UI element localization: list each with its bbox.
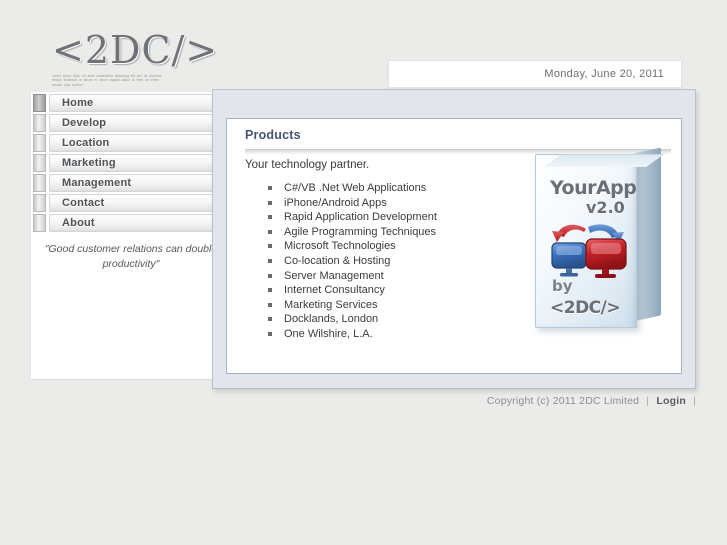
page-title: Products bbox=[245, 128, 301, 142]
product-list: C#/VB .Net Web Applications iPhone/Andro… bbox=[267, 181, 437, 342]
box-top-face bbox=[544, 154, 665, 167]
box-version-label: v2.0 bbox=[586, 198, 625, 217]
bullet-square-icon bbox=[33, 94, 46, 112]
current-date: Monday, June 20, 2011 bbox=[544, 68, 664, 80]
date-bar: Monday, June 20, 2011 bbox=[388, 60, 682, 88]
footer-separator: | bbox=[646, 395, 650, 407]
site-logo[interactable]: <2DC/> Lorem ipsum dolor sit amet consec… bbox=[52, 28, 292, 87]
bullet-square-icon bbox=[33, 114, 46, 132]
list-item: Marketing Services bbox=[267, 298, 437, 313]
page-root: <2DC/> Lorem ipsum dolor sit amet consec… bbox=[0, 0, 727, 545]
sidebar-item-label: About bbox=[62, 217, 95, 229]
bullet-square-icon bbox=[33, 214, 46, 232]
login-link[interactable]: Login bbox=[656, 395, 686, 407]
list-item: One Wilshire, L.A. bbox=[267, 327, 437, 342]
box-by-label: by bbox=[552, 277, 573, 295]
sidebar-item-label: Home bbox=[62, 97, 94, 109]
page-subtitle: Your technology partner. bbox=[245, 159, 370, 171]
list-item: C#/VB .Net Web Applications bbox=[267, 181, 437, 196]
footer-separator: | bbox=[693, 395, 696, 407]
list-item: iPhone/Android Apps bbox=[267, 196, 437, 211]
sidebar-quote: "Good customer relations can double prod… bbox=[44, 243, 218, 270]
bullet-square-icon bbox=[33, 194, 46, 212]
list-item: Agile Programming Techniques bbox=[267, 225, 437, 240]
list-item: Server Management bbox=[267, 269, 437, 284]
sidebar-item-label: Marketing bbox=[62, 157, 116, 169]
box-product-name: YourApp bbox=[550, 177, 637, 199]
list-item: Microsoft Technologies bbox=[267, 239, 437, 254]
list-item: Rapid Application Development bbox=[267, 210, 437, 225]
box-brand-label: <2DC/> bbox=[550, 298, 621, 318]
logo-tagline: Lorem ipsum dolor sit amet consectetur a… bbox=[52, 74, 162, 87]
bullet-square-icon bbox=[33, 174, 46, 192]
box-side-face bbox=[635, 147, 661, 321]
sidebar-item-label: Develop bbox=[62, 117, 107, 129]
logo-wordmark: <2DC/> bbox=[52, 28, 219, 72]
footer: Copyright (c) 2011 2DC Limited | Login | bbox=[0, 395, 700, 407]
box-front-face: YourApp v2.0 by <2DC/> bbox=[535, 154, 665, 328]
sidebar-item-label: Management bbox=[62, 177, 132, 189]
product-box-image: YourApp v2.0 by <2DC/> bbox=[527, 144, 679, 334]
copyright-text: Copyright (c) 2011 2DC Limited bbox=[486, 395, 640, 407]
list-item: Internet Consultancy bbox=[267, 283, 437, 298]
sidebar-item-label: Location bbox=[62, 137, 110, 149]
sidebar-item-label: Contact bbox=[62, 197, 105, 209]
bullet-square-icon bbox=[33, 134, 46, 152]
bullet-square-icon bbox=[33, 154, 46, 172]
list-item: Docklands, London bbox=[267, 312, 437, 327]
sync-monitors-icon bbox=[548, 219, 634, 281]
list-item: Co-location & Hosting bbox=[267, 254, 437, 269]
content-panel-inner: Products Your technology partner. C#/VB … bbox=[226, 118, 682, 374]
content-panel: Products Your technology partner. C#/VB … bbox=[212, 89, 696, 389]
